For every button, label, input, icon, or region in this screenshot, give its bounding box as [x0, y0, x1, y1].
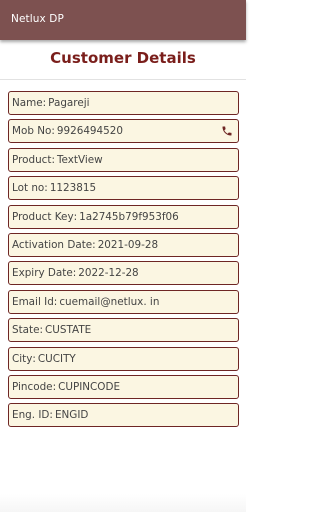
- field-value: 2022-12-28: [78, 267, 139, 280]
- field-expiry-date: Expiry Date: 2022-12-28: [8, 261, 239, 286]
- field-email-id: Email Id: cuemail@netlux. in: [8, 289, 239, 314]
- field-label: Pincode: [12, 380, 53, 393]
- field-value: CUSTATE: [45, 324, 92, 337]
- field-label: Product: [12, 153, 52, 166]
- field-pincode: Pincode: CUPINCODE: [8, 374, 239, 399]
- field-mob-no: Mob No: 9926494520: [8, 119, 239, 144]
- field-label: Lot no: [12, 182, 45, 195]
- field-label: State: [12, 324, 40, 337]
- field-value: cuemail@netlux. in: [59, 295, 160, 308]
- field-product: Product: TextView: [8, 147, 239, 172]
- phone-icon[interactable]: [221, 125, 233, 137]
- app-title: Netlux DP: [11, 13, 64, 25]
- field-label: Expiry Date: [12, 267, 73, 280]
- field-label: Mob No: [12, 125, 52, 138]
- field-value: 2021-09-28: [97, 238, 159, 251]
- app-bar: Netlux DP: [0, 0, 246, 40]
- field-product-key: Product Key: 1a2745b79f953f06: [8, 204, 239, 229]
- customer-details-list: Name: Pagareji Mob No: 9926494520 Produc…: [8, 91, 239, 432]
- field-name: Name: Pagareji: [8, 91, 239, 115]
- field-value: 1a2745b79f953f06: [79, 210, 179, 223]
- divider: [0, 79, 246, 80]
- field-label: Product Key: [12, 210, 74, 223]
- field-label: City: [12, 352, 33, 365]
- field-value: 9926494520: [56, 125, 123, 138]
- field-lot-no: Lot no: 1123815: [8, 176, 239, 201]
- field-city: City: CUCITY: [8, 346, 239, 371]
- field-value: CUCITY: [37, 352, 76, 365]
- bottom-edge: [0, 494, 246, 512]
- field-value: CUPINCODE: [58, 380, 121, 393]
- page-title: Customer Details: [50, 49, 196, 67]
- field-value: ENGID: [54, 409, 89, 422]
- field-activation-date: Activation Date: 2021-09-28: [8, 232, 239, 257]
- field-value: 1123815: [49, 182, 97, 195]
- field-value: Pagareji: [48, 97, 90, 109]
- field-label: Activation Date: [12, 238, 93, 251]
- field-state: State: CUSTATE: [8, 318, 239, 343]
- field-label: Name: [12, 97, 43, 109]
- field-value: TextView: [56, 153, 103, 166]
- field-eng-id: Eng. ID: ENGID: [8, 403, 239, 428]
- field-label: Email Id: [12, 295, 54, 308]
- field-label: Eng. ID: [12, 409, 50, 422]
